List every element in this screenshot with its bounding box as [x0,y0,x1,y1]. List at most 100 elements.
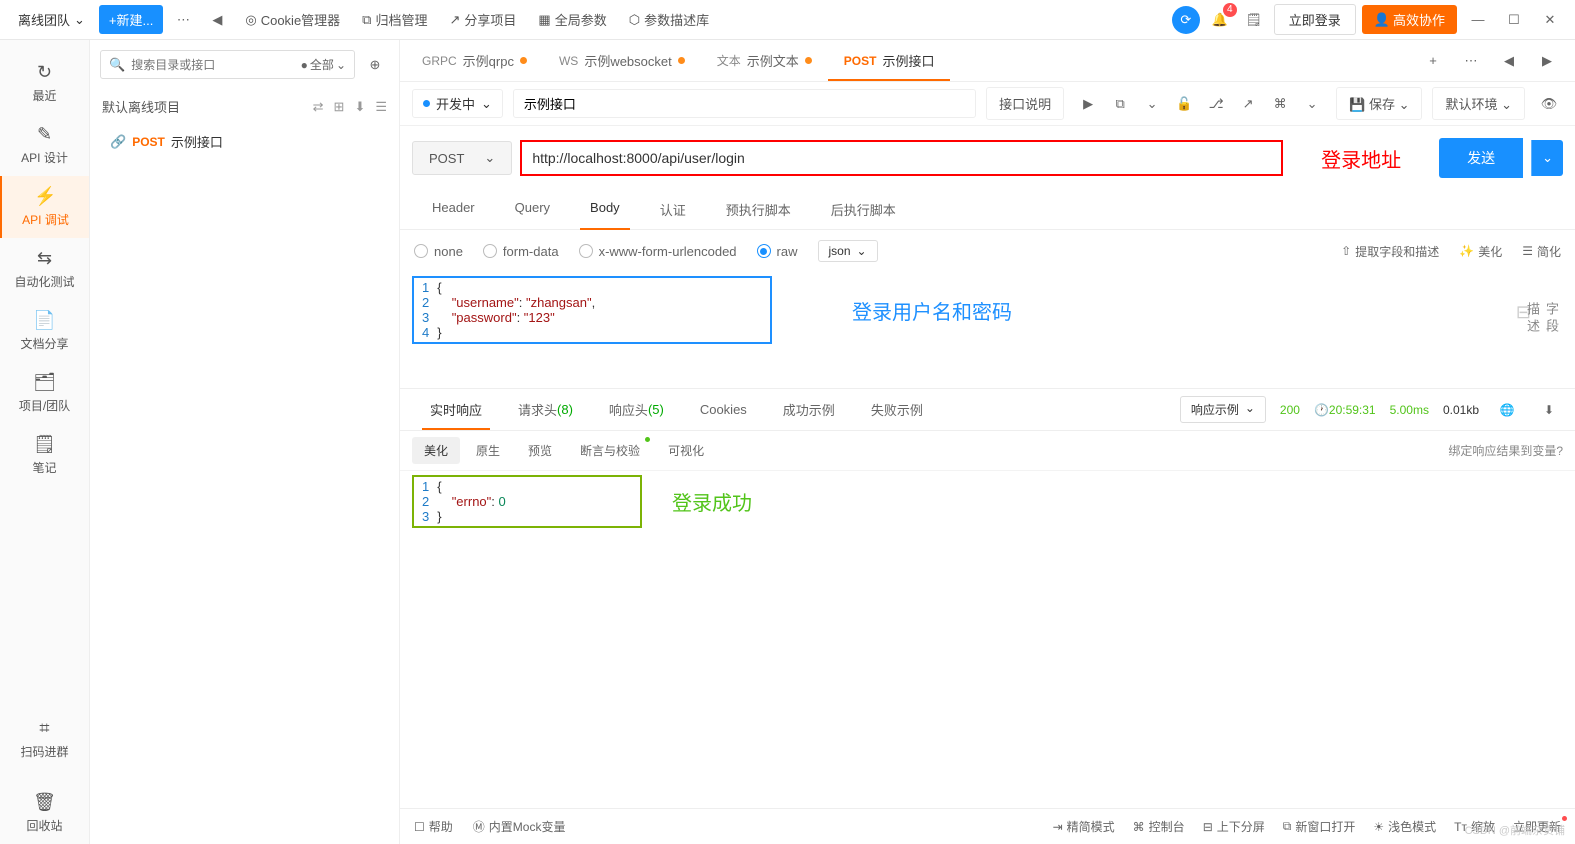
sub-raw[interactable]: 原生 [464,437,512,464]
theme-link[interactable]: ☀ 浅色模式 [1373,818,1436,835]
api-desc-button[interactable]: 接口说明 [986,87,1064,120]
rail-api-design[interactable]: ✎API 设计 [0,114,89,176]
tab-postscript[interactable]: 后执行脚本 [811,190,916,229]
export-icon[interactable]: ↗ [1234,90,1262,118]
response-code[interactable]: 1 2 3 { "errno": 0 } [412,475,642,528]
eye-icon[interactable]: 👁 [1535,90,1563,118]
tree-api-item[interactable]: 🔗 POST 示例接口 [90,124,399,159]
request-body-code[interactable]: 1 2 3 4 { "username": "zhangsan", "passw… [412,276,772,344]
radio-none[interactable]: none [414,244,463,259]
code-icon[interactable]: ⌘ [1266,90,1294,118]
back-icon[interactable]: ◀ [203,6,231,34]
resp-tab-respheaders[interactable]: 响应头(5) [591,389,682,430]
locate-icon[interactable]: ⊕ [361,51,389,79]
team-selector[interactable]: 离线团队 ⌄ [10,6,93,33]
response-example-selector[interactable]: 响应示例⌄ [1180,396,1266,423]
radio-raw[interactable]: raw [757,244,798,259]
send-button[interactable]: 发送 [1439,138,1523,178]
share-link[interactable]: ↗分享项目 [441,6,524,33]
rail-project[interactable]: 🗂项目/团队 [0,362,89,424]
help-link[interactable]: ☐ 帮助 [414,818,453,835]
play-icon[interactable]: ▶ [1074,90,1102,118]
sub-visual[interactable]: 可视化 [656,437,716,464]
cookie-manager-link[interactable]: ◎Cookie管理器 [237,6,348,33]
method-selector[interactable]: POST⌄ [412,141,512,175]
tab-ws[interactable]: WS示例websocket [543,40,701,81]
project-header[interactable]: 默认离线项目 ⇄ ⊞ ⬇ ☰ [90,89,399,124]
status-selector[interactable]: 开发中⌄ [412,89,503,118]
dd2-icon[interactable]: ⌄ [1298,90,1326,118]
rail-docs[interactable]: 📄文档分享 [0,300,89,362]
rail-api-debug[interactable]: ⚡API 调试 [0,176,89,238]
tab-more-icon[interactable]: ⋯ [1457,47,1485,75]
lock-icon[interactable]: 🔓 [1170,90,1198,118]
extract-button[interactable]: ⇧ 提取字段和描述 [1341,243,1439,260]
resp-tab-fail[interactable]: 失败示例 [853,389,941,430]
rail-trash[interactable]: 🗑回收站 [0,782,89,844]
beautify-button[interactable]: ✨ 美化 [1459,243,1502,260]
console-link[interactable]: ⌘ 控制台 [1133,818,1185,835]
rail-recent[interactable]: ↻最近 [0,52,89,114]
env-selector[interactable]: 默认环境 ⌄ [1432,87,1525,120]
link-icon[interactable]: ⇄ [313,99,324,115]
rail-scan[interactable]: ⌗扫码进群 [0,708,89,770]
tab-post-active[interactable]: POST示例接口 [828,40,951,81]
tab-grpc[interactable]: GRPC示例qrpc [406,40,543,81]
param-lib-link[interactable]: ⬡参数描述库 [621,6,717,33]
add-tab-icon[interactable]: + [1419,47,1447,75]
rail-autotest[interactable]: ⇆自动化测试 [0,238,89,300]
folder-plus-icon[interactable]: ⊞ [334,99,345,115]
split-link[interactable]: ⊟ 上下分屏 [1203,818,1265,835]
side-label[interactable]: 字段描述 [1523,302,1561,348]
simplify-button[interactable]: ☰ 简化 [1522,243,1561,260]
note-icon[interactable]: 🗒 [1240,6,1268,34]
filter-dropdown[interactable]: ● 全部 ⌄ [301,56,346,73]
sub-assert[interactable]: 断言与校验 [568,437,652,464]
tab-auth[interactable]: 认证 [640,190,706,229]
archive-link[interactable]: ⧉归档管理 [354,6,435,33]
send-dropdown[interactable]: ⌄ [1531,140,1563,176]
sub-beautify[interactable]: 美化 [412,437,460,464]
new-button[interactable]: +新建... [99,5,163,34]
sync-icon[interactable]: ⟳ [1172,6,1200,34]
save-button[interactable]: 💾 保存 ⌄ [1336,87,1422,120]
list-icon[interactable]: ☰ [375,99,387,115]
new-window-link[interactable]: ⧉ 新窗口打开 [1283,818,1356,835]
bind-variable-link[interactable]: 绑定响应结果到变量? [1448,442,1563,459]
tab-body[interactable]: Body [570,190,640,229]
maximize-icon[interactable]: ☐ [1499,5,1529,35]
rail-notes[interactable]: 🗒笔记 [0,424,89,486]
close-icon[interactable]: ✕ [1535,5,1565,35]
download-resp-icon[interactable]: ⬇ [1535,396,1563,424]
copy-icon[interactable]: ⧉ [1106,90,1134,118]
collab-button[interactable]: 👤高效协作 [1362,5,1457,34]
dd1-icon[interactable]: ⌄ [1138,90,1166,118]
content-type-selector[interactable]: json⌄ [818,240,878,262]
sub-preview[interactable]: 预览 [516,437,564,464]
notification-bell-icon[interactable]: 🔔4 [1206,6,1234,34]
download-icon[interactable]: ⬇ [354,99,365,115]
more-icon[interactable]: ⋯ [169,6,197,34]
radio-urlencoded[interactable]: x-www-form-urlencoded [579,244,737,259]
globe-icon[interactable]: 🌐 [1493,396,1521,424]
tab-text[interactable]: 文本示例文本 [701,40,828,81]
minimize-icon[interactable]: — [1463,5,1493,35]
search-box[interactable]: 🔍 ● 全部 ⌄ [100,50,355,79]
compact-mode[interactable]: ⇥ 精简模式 [1053,818,1115,835]
resp-tab-realtime[interactable]: 实时响应 [412,389,500,430]
resp-tab-reqheaders[interactable]: 请求头(8) [500,389,591,430]
api-name-input[interactable] [513,89,976,118]
mock-link[interactable]: Ⓜ 内置Mock变量 [473,818,566,835]
login-button[interactable]: 立即登录 [1274,4,1356,35]
search-input[interactable] [131,58,294,72]
tab-query[interactable]: Query [495,190,570,229]
resp-tab-success[interactable]: 成功示例 [765,389,853,430]
radio-formdata[interactable]: form-data [483,244,559,259]
tab-next-icon[interactable]: ▶ [1533,47,1561,75]
tab-header[interactable]: Header [412,190,495,229]
tab-prev-icon[interactable]: ◀ [1495,47,1523,75]
resp-tab-cookies[interactable]: Cookies [682,389,765,430]
tab-prescript[interactable]: 预执行脚本 [706,190,811,229]
url-input[interactable]: http://localhost:8000/api/user/login [520,140,1283,176]
branch-icon[interactable]: ⎇ [1202,90,1230,118]
